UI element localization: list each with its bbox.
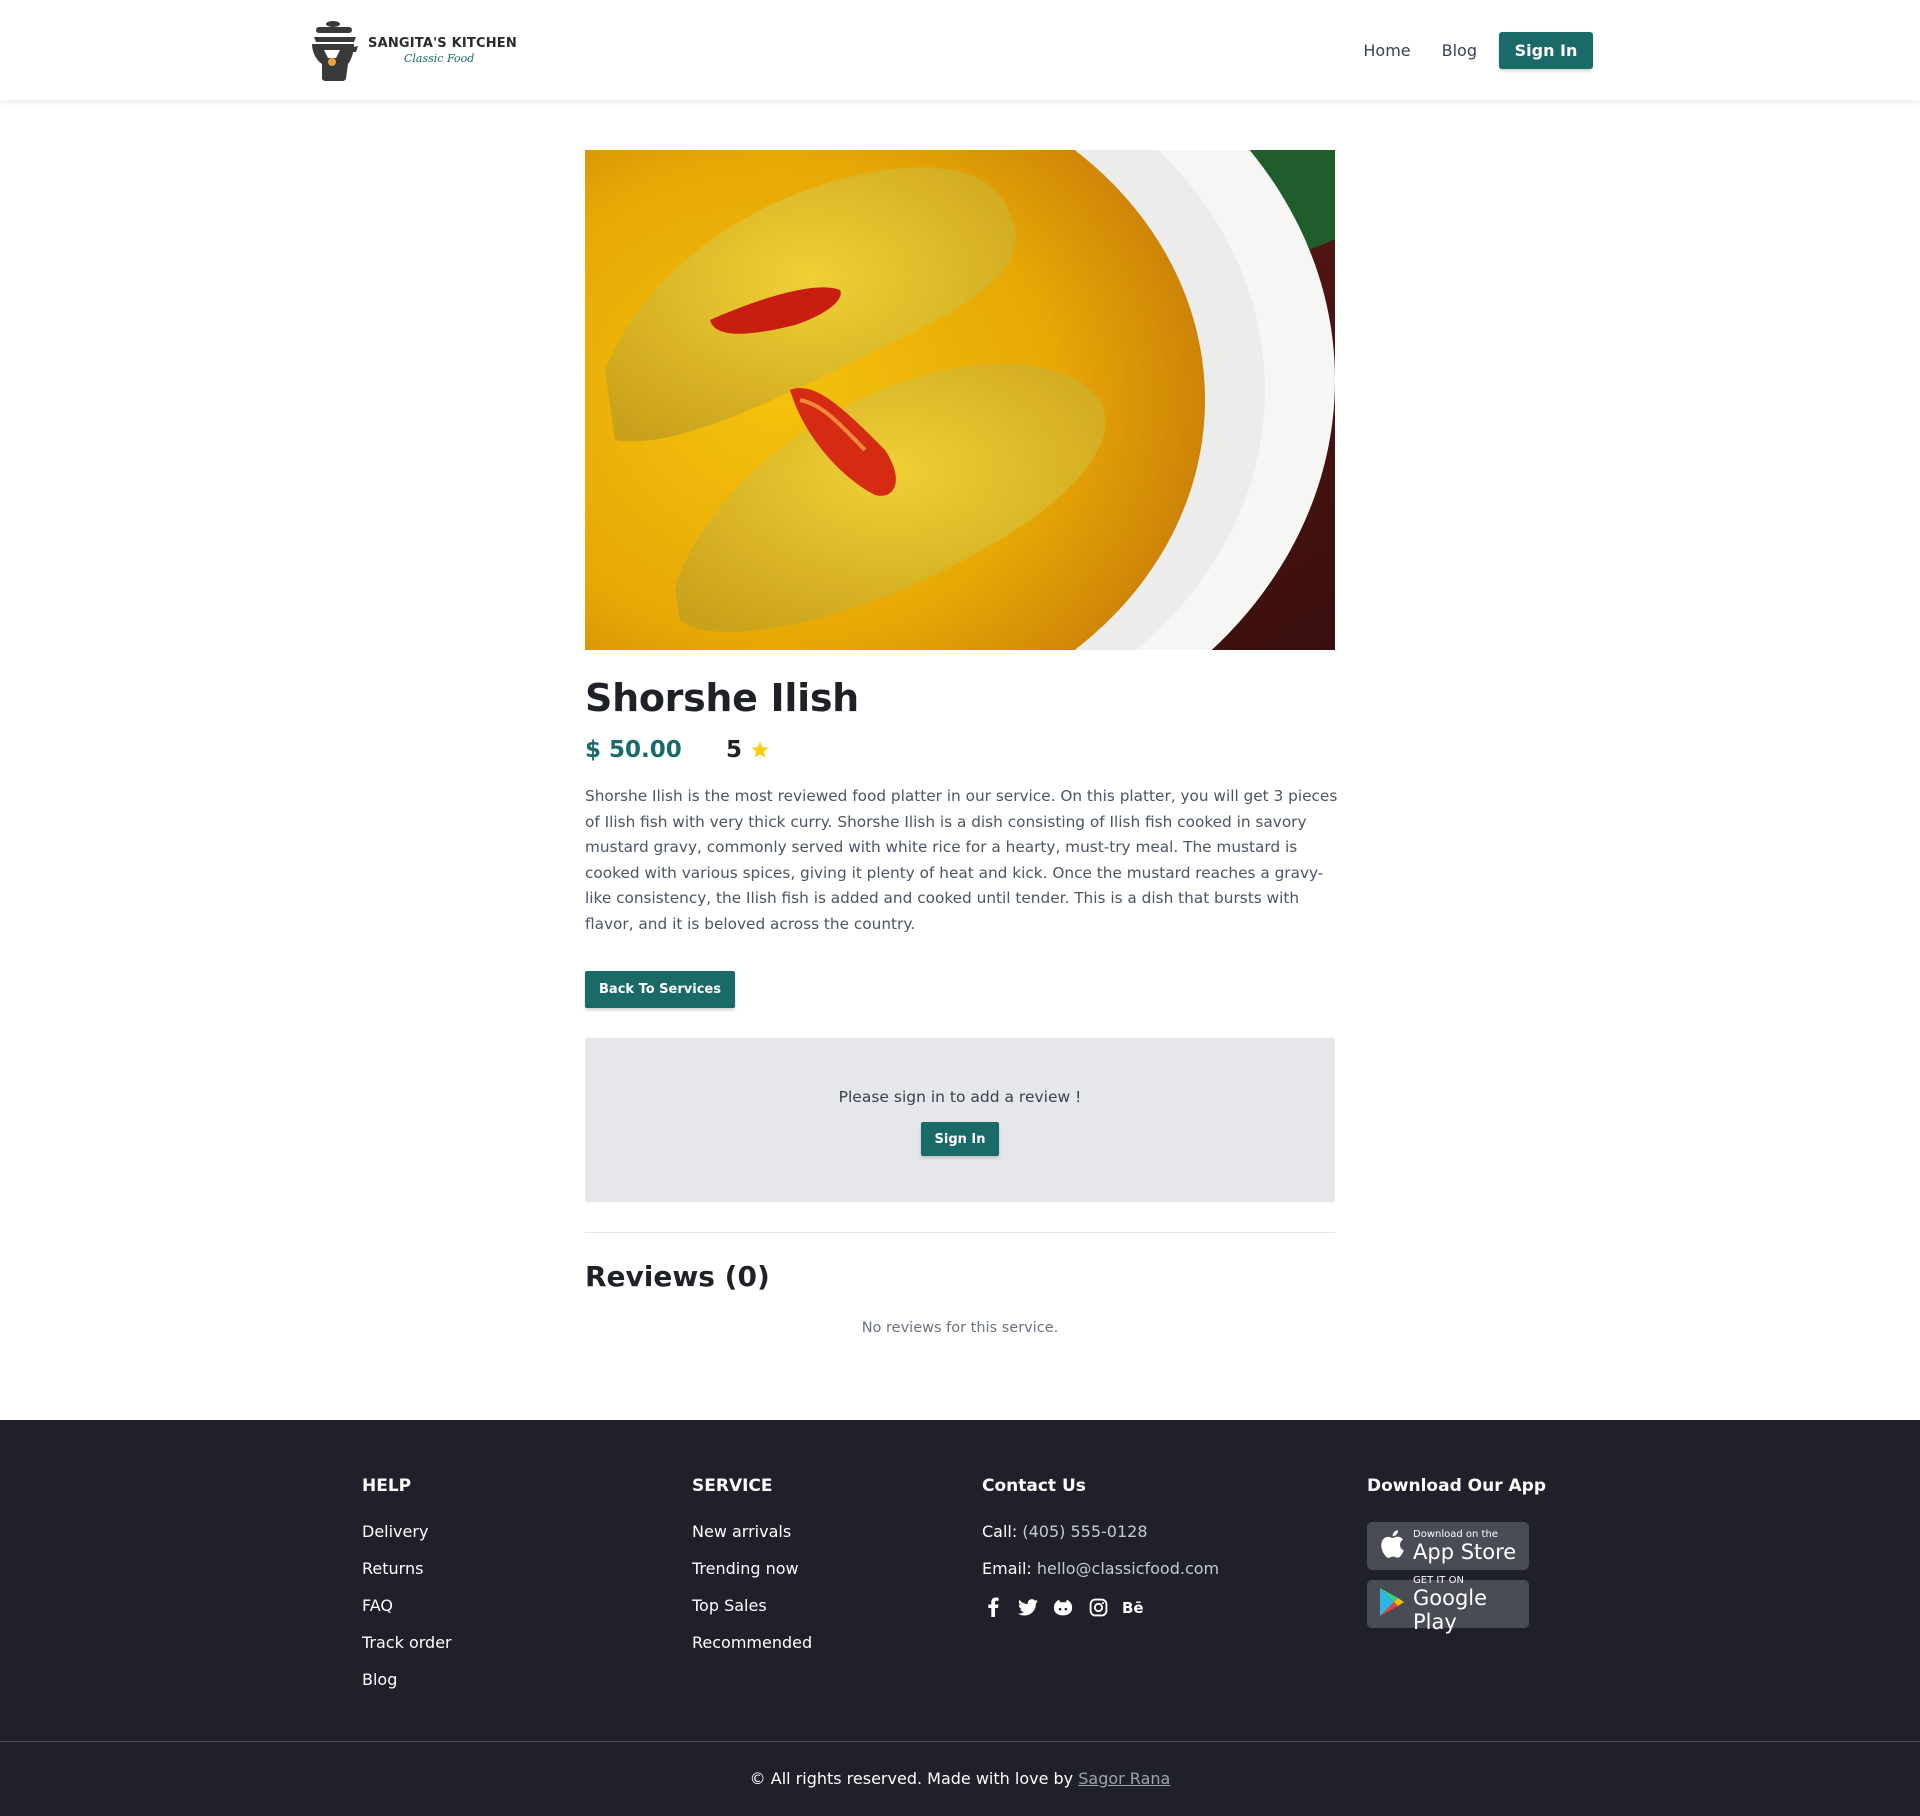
footer-call: Call: (405) 555-0128 bbox=[982, 1522, 1219, 1541]
rating-value: 5 bbox=[726, 737, 743, 763]
footer-link-track-order[interactable]: Track order bbox=[362, 1633, 452, 1652]
review-signin-prompt: Please sign in to add a review ! Sign In bbox=[585, 1038, 1335, 1202]
call-value[interactable]: (405) 555-0128 bbox=[1022, 1522, 1147, 1541]
facebook-icon[interactable] bbox=[982, 1596, 1004, 1618]
footer-app-column: Download Our App Download on the App Sto… bbox=[1367, 1476, 1546, 1638]
service-title: Shorshe Ilish bbox=[585, 676, 859, 720]
service-price: $ 50.00 bbox=[585, 737, 682, 763]
google-play-big-text: Google Play bbox=[1413, 1585, 1488, 1634]
footer-app-heading: Download Our App bbox=[1367, 1476, 1547, 1496]
call-label: Call: bbox=[982, 1522, 1018, 1541]
footer-divider bbox=[0, 1741, 1920, 1742]
svg-text:Bē: Bē bbox=[1122, 1599, 1144, 1615]
brand-tagline: Classic Food bbox=[404, 51, 475, 65]
footer-service-column: SERVICE New arrivals Trending now Top Sa… bbox=[692, 1476, 812, 1670]
social-links: Bē bbox=[982, 1596, 1219, 1618]
review-signin-message: Please sign in to add a review ! bbox=[838, 1088, 1082, 1106]
footer-link-recommended[interactable]: Recommended bbox=[692, 1633, 812, 1652]
site-header: SANGITA'S KITCHEN Classic Food Home Blog… bbox=[0, 0, 1920, 100]
footer-link-trending-now[interactable]: Trending now bbox=[692, 1559, 812, 1578]
google-play-text: GET IT ON Google Play bbox=[1413, 1575, 1529, 1634]
review-sign-in-button[interactable]: Sign In bbox=[921, 1122, 999, 1156]
site-footer: HELP Delivery Returns FAQ Track order Bl… bbox=[0, 1420, 1920, 1816]
app-store-text: Download on the App Store bbox=[1413, 1529, 1516, 1564]
author-link[interactable]: Sagor Rana bbox=[1078, 1769, 1170, 1788]
nav-blog-link[interactable]: Blog bbox=[1442, 41, 1477, 60]
footer-email: Email: hello@classicfood.com bbox=[982, 1559, 1219, 1578]
github-icon[interactable] bbox=[1052, 1596, 1074, 1618]
app-store-small-text: Download on the bbox=[1413, 1528, 1498, 1540]
google-play-icon bbox=[1379, 1587, 1405, 1621]
section-divider bbox=[585, 1232, 1335, 1233]
footer-contact-column: Contact Us Call: (405) 555-0128 Email: h… bbox=[982, 1476, 1219, 1618]
main-nav: Home Blog Sign In bbox=[1363, 32, 1593, 69]
service-description: Shorshe Ilish is the most reviewed food … bbox=[585, 787, 1338, 933]
email-value[interactable]: hello@classicfood.com bbox=[1037, 1559, 1219, 1578]
brand-logo[interactable]: SANGITA'S KITCHEN Classic Food bbox=[310, 18, 517, 82]
footer-help-heading: HELP bbox=[362, 1476, 412, 1496]
footer-link-new-arrivals[interactable]: New arrivals bbox=[692, 1522, 812, 1541]
footer-link-top-sales[interactable]: Top Sales bbox=[692, 1596, 812, 1615]
footer-link-delivery[interactable]: Delivery bbox=[362, 1522, 452, 1541]
nav-home-link[interactable]: Home bbox=[1363, 41, 1410, 60]
brand-name: SANGITA'S KITCHEN bbox=[368, 35, 517, 51]
behance-icon[interactable]: Bē bbox=[1122, 1596, 1146, 1618]
back-to-services-button[interactable]: Back To Services bbox=[585, 971, 735, 1008]
apple-icon bbox=[1379, 1529, 1405, 1563]
service-image bbox=[585, 150, 1335, 650]
footer-link-returns[interactable]: Returns bbox=[362, 1559, 452, 1578]
footer-service-heading: SERVICE bbox=[692, 1476, 773, 1496]
footer-link-faq[interactable]: FAQ bbox=[362, 1596, 452, 1615]
app-store-big-text: App Store bbox=[1413, 1539, 1517, 1564]
twitter-icon[interactable] bbox=[1017, 1596, 1039, 1618]
copyright: © All rights reserved. Made with love by… bbox=[0, 1769, 1920, 1788]
copyright-text: © All rights reserved. Made with love by bbox=[749, 1769, 1074, 1788]
no-reviews-message: No reviews for this service. bbox=[861, 1320, 1059, 1336]
footer-contact-heading: Contact Us bbox=[982, 1476, 1086, 1496]
google-play-badge[interactable]: GET IT ON Google Play bbox=[1367, 1575, 1529, 1634]
reviews-heading: Reviews (0) bbox=[585, 1260, 770, 1293]
star-icon bbox=[751, 741, 769, 758]
instagram-icon[interactable] bbox=[1087, 1596, 1109, 1618]
service-rating: 5 bbox=[726, 737, 770, 763]
app-store-badge[interactable]: Download on the App Store bbox=[1367, 1522, 1529, 1570]
cooking-pot-logo-icon bbox=[310, 18, 360, 82]
google-play-small-text: GET IT ON bbox=[1413, 1574, 1464, 1586]
nav-sign-in-button[interactable]: Sign In bbox=[1499, 32, 1593, 69]
footer-link-blog[interactable]: Blog bbox=[362, 1670, 452, 1689]
brand-text: SANGITA'S KITCHEN Classic Food bbox=[368, 36, 517, 65]
email-label: Email: bbox=[982, 1559, 1032, 1578]
footer-help-column: HELP Delivery Returns FAQ Track order Bl… bbox=[362, 1476, 452, 1707]
